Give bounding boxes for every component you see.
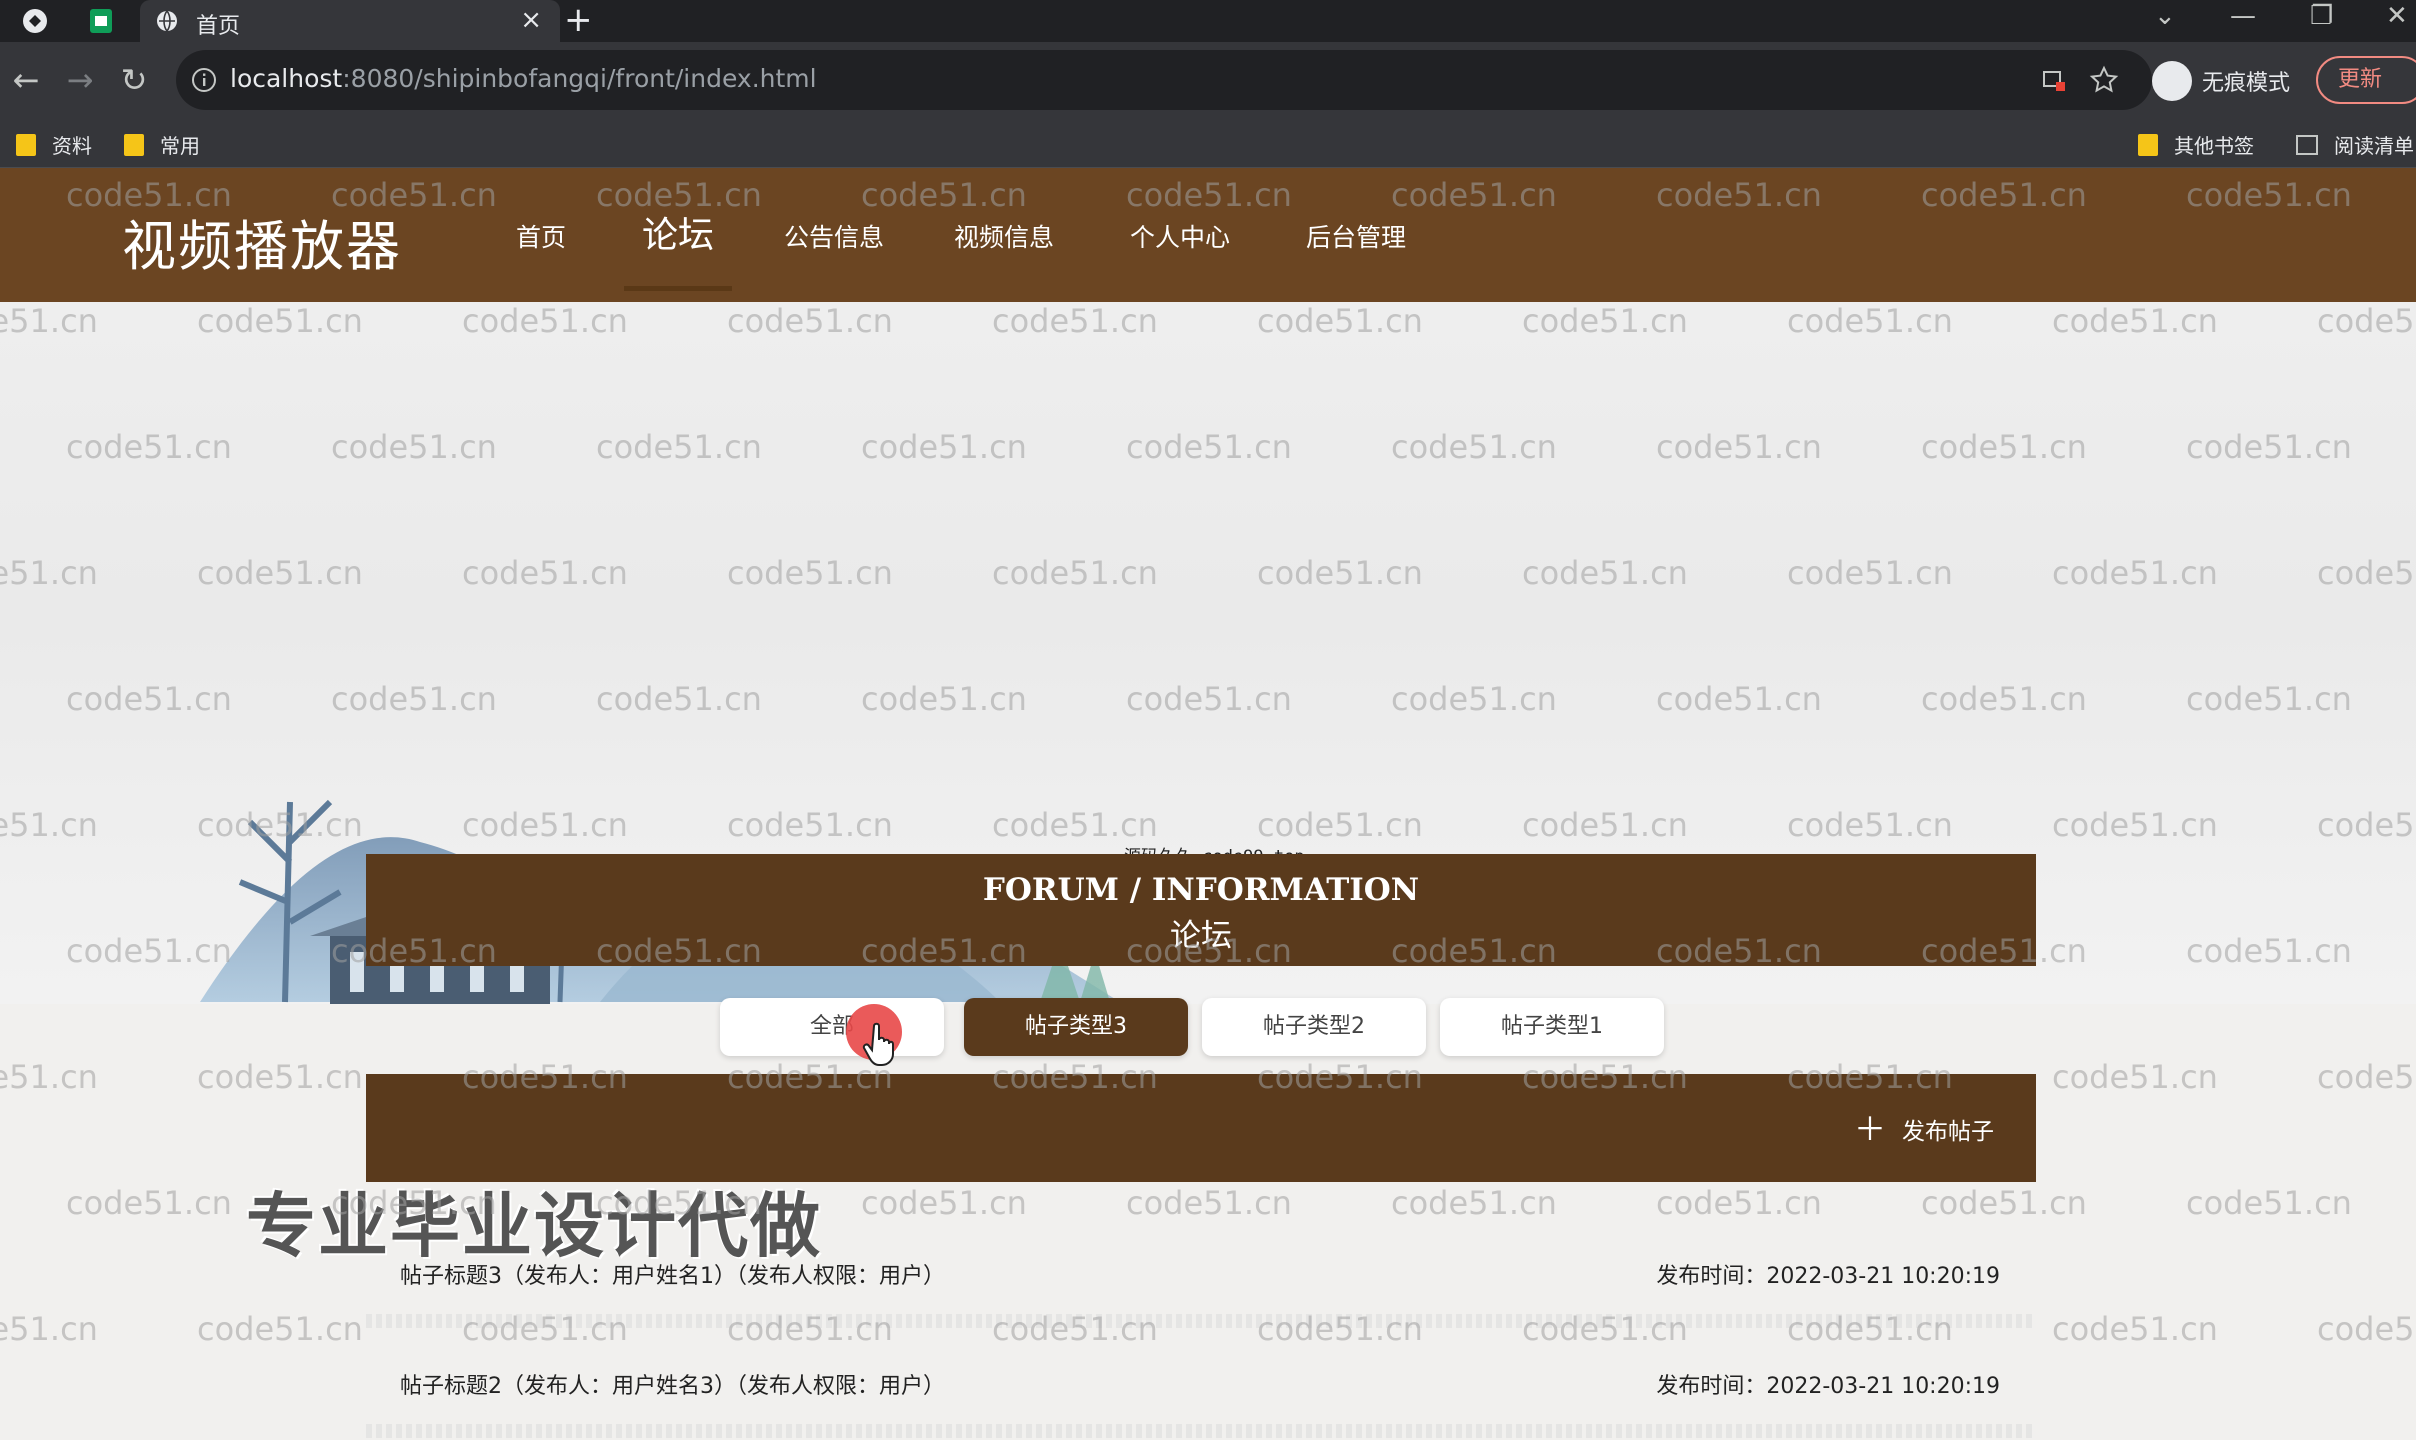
forum-action-bar: ＋ 发布帖子 — [366, 1074, 2036, 1182]
folder-icon — [124, 133, 144, 156]
browser-tabbar: 首页 × + ⌄ — ❐ ✕ — [0, 0, 2416, 42]
globe-icon — [157, 10, 177, 32]
nav-admin[interactable]: 后台管理 — [1306, 218, 1406, 254]
update-button[interactable]: 更新 — [2316, 56, 2416, 104]
watermark-text: code51.cn — [66, 1436, 232, 1440]
watermark-text: code51.cn — [861, 1184, 1027, 1222]
post-divider — [366, 1314, 2036, 1328]
site-header: 视频播放器 首页 论坛 公告信息 视频信息 个人中心 后台管理 — [0, 168, 2416, 302]
watermark-text: code51.cn — [197, 1058, 363, 1096]
watermark-text: code51.cn — [1126, 1184, 1292, 1222]
browser-toolbar: ← → ↻ localhost:8080/shipinbofangqi/fron… — [0, 42, 2416, 118]
bookmark-star-icon[interactable] — [2088, 64, 2120, 96]
page-viewport: 视频播放器 首页 论坛 公告信息 视频信息 个人中心 后台管理 FORUM / … — [0, 168, 2416, 1440]
other-bookmarks[interactable]: 其他书签 — [2138, 130, 2254, 159]
browser-tab-home[interactable]: 首页 × — [140, 0, 560, 42]
minimize-button[interactable]: — — [2230, 0, 2256, 32]
filter-all[interactable]: 全部 — [720, 998, 944, 1056]
folder-icon — [2138, 133, 2158, 156]
watermark-text: code51.cn — [1391, 1184, 1557, 1222]
nav-personal-center[interactable]: 个人中心 — [1130, 218, 1230, 254]
watermark-text: code51.cn — [0, 1310, 98, 1348]
site-info-icon[interactable] — [186, 62, 222, 98]
watermark-text: code51.cn — [2052, 1058, 2218, 1096]
post-time: 发布时间：2022-03-21 10:20:19 — [1656, 1264, 2000, 1289]
blocked-popup-icon[interactable] — [2038, 64, 2070, 96]
post-time: 发布时间：2022-03-21 10:20:19 — [1656, 1374, 2000, 1399]
watermark-text: code51.cn — [2317, 1058, 2416, 1096]
close-window-button[interactable]: ✕ — [2386, 0, 2408, 32]
nav-forum[interactable]: 论坛 — [642, 206, 714, 258]
new-tab-button[interactable]: + — [564, 2, 593, 38]
publish-post-button[interactable]: ＋ 发布帖子 — [1854, 1112, 1994, 1146]
plus-icon: ＋ — [1853, 1110, 1886, 1148]
watermark-text: code51.cn — [1921, 1184, 2087, 1222]
tab-title: 首页 — [196, 14, 241, 39]
forum-title-en: FORUM / INFORMATION — [982, 872, 1420, 908]
incognito-profile[interactable]: 无痕模式 — [2152, 56, 2290, 106]
folder-icon — [16, 133, 36, 156]
overlay-ad-text: 专业毕业设计代做 — [246, 1185, 822, 1267]
back-arrow-icon[interactable]: ← — [6, 60, 46, 100]
watermark-text: code51.cn — [1656, 1184, 1822, 1222]
bookmarks-bar: 资料 常用 其他书签 阅读清单 — [0, 118, 2416, 168]
reading-list[interactable]: 阅读清单 — [2296, 130, 2414, 159]
address-bar[interactable]: localhost:8080/shipinbofangqi/front/inde… — [176, 50, 2152, 110]
filter-type2[interactable]: 帖子类型2 — [1202, 998, 1426, 1056]
tab-search-icon[interactable]: ⌄ — [2154, 0, 2176, 32]
forum-title-cn: 论坛 — [1170, 918, 1232, 954]
bookmark-folder-ziliao[interactable]: 资料 — [16, 130, 92, 159]
watermark-text: code51.cn — [197, 1310, 363, 1348]
nav-home[interactable]: 首页 — [516, 218, 566, 254]
forum-section-header: FORUM / INFORMATION 论坛 — [366, 854, 2036, 966]
site-logo[interactable]: 视频播放器 — [122, 202, 402, 281]
restore-button[interactable]: ❐ — [2310, 0, 2333, 32]
chrome-menu-icon[interactable] — [20, 6, 50, 36]
bookmark-folder-changyong[interactable]: 常用 — [124, 130, 200, 159]
watermark-text: code51.cn — [2186, 1436, 2352, 1440]
watermark-text: code51.cn — [2186, 1184, 2352, 1222]
spreadsheet-tab-icon[interactable] — [86, 6, 116, 36]
reload-icon[interactable]: ↻ — [114, 60, 154, 100]
nav-active-indicator — [624, 286, 732, 291]
reading-list-icon — [2296, 134, 2318, 155]
watermark-text: code51.cn — [2052, 1310, 2218, 1348]
post-divider — [366, 1424, 2036, 1438]
forward-arrow-icon[interactable]: → — [60, 60, 100, 100]
hand-cursor-icon — [862, 1022, 894, 1066]
filter-type1[interactable]: 帖子类型1 — [1440, 998, 1664, 1056]
url-text: localhost:8080/shipinbofangqi/front/inde… — [230, 64, 817, 93]
tab-close-icon[interactable]: × — [520, 6, 542, 34]
watermark-text: code51.cn — [2317, 1310, 2416, 1348]
post-title[interactable]: 帖子标题2（发布人：用户姓名3）（发布人权限：用户） — [400, 1368, 945, 1400]
filter-type3[interactable]: 帖子类型3 — [964, 998, 1188, 1056]
list-item[interactable]: 帖子标题2（发布人：用户姓名3）（发布人权限：用户） 发布时间：2022-03-… — [400, 1368, 2000, 1428]
watermark-text: code51.cn — [0, 1058, 98, 1096]
incognito-icon — [2152, 61, 2192, 101]
watermark-text: code51.cn — [66, 1184, 232, 1222]
nav-videos[interactable]: 视频信息 — [954, 218, 1054, 254]
nav-notices[interactable]: 公告信息 — [784, 218, 884, 254]
